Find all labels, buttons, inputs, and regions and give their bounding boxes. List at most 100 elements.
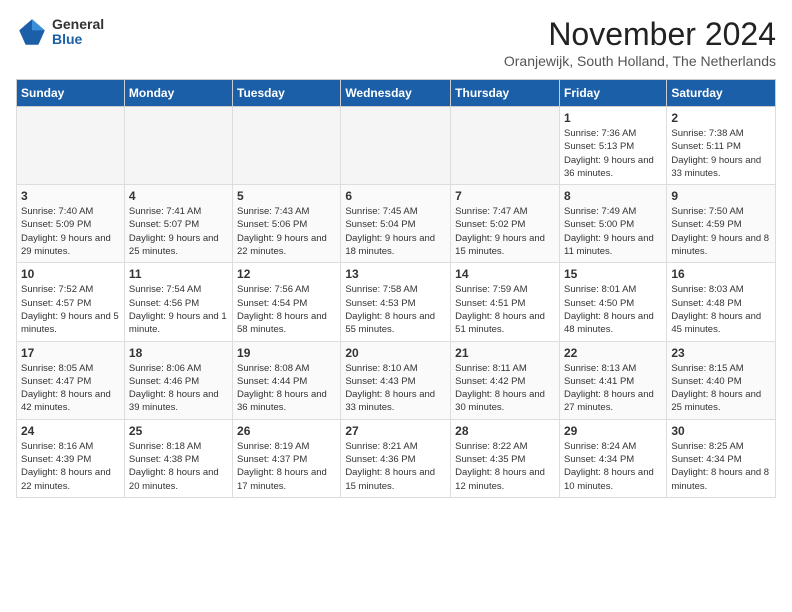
calendar-cell: 18 Sunrise: 8:06 AM Sunset: 4:46 PM Dayli… [124, 341, 232, 419]
calendar-cell: 27 Sunrise: 8:21 AM Sunset: 4:36 PM Dayli… [341, 419, 451, 497]
day-number: 20 [345, 346, 446, 360]
calendar-week-row: 1 Sunrise: 7:36 AM Sunset: 5:13 PM Daylig… [17, 107, 776, 185]
calendar-cell: 16 Sunrise: 8:03 AM Sunset: 4:48 PM Dayli… [667, 263, 776, 341]
day-number: 24 [21, 424, 120, 438]
day-info: Sunrise: 8:22 AM Sunset: 4:35 PM Dayligh… [455, 440, 555, 493]
day-number: 9 [671, 189, 771, 203]
calendar-cell: 4 Sunrise: 7:41 AM Sunset: 5:07 PM Daylig… [124, 185, 232, 263]
weekday-header: Wednesday [341, 80, 451, 107]
day-info: Sunrise: 8:16 AM Sunset: 4:39 PM Dayligh… [21, 440, 120, 493]
calendar-cell: 15 Sunrise: 8:01 AM Sunset: 4:50 PM Dayli… [559, 263, 666, 341]
weekday-header: Thursday [451, 80, 560, 107]
day-info: Sunrise: 7:36 AM Sunset: 5:13 PM Dayligh… [564, 127, 662, 180]
day-number: 3 [21, 189, 120, 203]
calendar-cell: 3Sunrise: 7:40 AM Sunset: 5:09 PM Daylig… [17, 185, 125, 263]
calendar-cell: 28 Sunrise: 8:22 AM Sunset: 4:35 PM Dayli… [451, 419, 560, 497]
day-number: 28 [455, 424, 555, 438]
day-info: Sunrise: 7:45 AM Sunset: 5:04 PM Dayligh… [345, 205, 446, 258]
logo-icon [16, 16, 48, 48]
day-number: 5 [237, 189, 336, 203]
calendar-cell: 17Sunrise: 8:05 AM Sunset: 4:47 PM Dayli… [17, 341, 125, 419]
day-info: Sunrise: 8:08 AM Sunset: 4:44 PM Dayligh… [237, 362, 336, 415]
calendar-cell: 13 Sunrise: 7:58 AM Sunset: 4:53 PM Dayli… [341, 263, 451, 341]
calendar-week-row: 10 Sunrise: 7:52 AM Sunset: 4:57 PM Dayli… [17, 263, 776, 341]
day-number: 23 [671, 346, 771, 360]
day-number: 14 [455, 267, 555, 281]
calendar-cell: 21 Sunrise: 8:11 AM Sunset: 4:42 PM Dayli… [451, 341, 560, 419]
day-info: Sunrise: 7:58 AM Sunset: 4:53 PM Dayligh… [345, 283, 446, 336]
calendar-cell: 8 Sunrise: 7:49 AM Sunset: 5:00 PM Daylig… [559, 185, 666, 263]
calendar-cell [233, 107, 341, 185]
calendar-cell: 5 Sunrise: 7:43 AM Sunset: 5:06 PM Daylig… [233, 185, 341, 263]
calendar-cell [17, 107, 125, 185]
day-info: Sunrise: 7:41 AM Sunset: 5:07 PM Dayligh… [129, 205, 228, 258]
day-number: 1 [564, 111, 662, 125]
day-number: 18 [129, 346, 228, 360]
day-number: 25 [129, 424, 228, 438]
day-number: 15 [564, 267, 662, 281]
day-info: Sunrise: 7:54 AM Sunset: 4:56 PM Dayligh… [129, 283, 228, 336]
day-number: 4 [129, 189, 228, 203]
day-info: Sunrise: 8:01 AM Sunset: 4:50 PM Dayligh… [564, 283, 662, 336]
calendar-cell: 2Sunrise: 7:38 AM Sunset: 5:11 PM Daylig… [667, 107, 776, 185]
day-info: Sunrise: 7:50 AM Sunset: 4:59 PM Dayligh… [671, 205, 771, 258]
day-info: Sunrise: 8:03 AM Sunset: 4:48 PM Dayligh… [671, 283, 771, 336]
calendar-cell: 19 Sunrise: 8:08 AM Sunset: 4:44 PM Dayli… [233, 341, 341, 419]
day-info: Sunrise: 7:43 AM Sunset: 5:06 PM Dayligh… [237, 205, 336, 258]
calendar-cell: 23 Sunrise: 8:15 AM Sunset: 4:40 PM Dayli… [667, 341, 776, 419]
day-number: 8 [564, 189, 662, 203]
calendar-cell: 26 Sunrise: 8:19 AM Sunset: 4:37 PM Dayli… [233, 419, 341, 497]
weekday-header-row: SundayMondayTuesdayWednesdayThursdayFrid… [17, 80, 776, 107]
weekday-header: Monday [124, 80, 232, 107]
logo-text: General Blue [52, 17, 104, 48]
day-info: Sunrise: 8:10 AM Sunset: 4:43 PM Dayligh… [345, 362, 446, 415]
day-number: 19 [237, 346, 336, 360]
calendar-week-row: 17Sunrise: 8:05 AM Sunset: 4:47 PM Dayli… [17, 341, 776, 419]
calendar-cell: 25 Sunrise: 8:18 AM Sunset: 4:38 PM Dayli… [124, 419, 232, 497]
calendar-cell [341, 107, 451, 185]
day-info: Sunrise: 8:21 AM Sunset: 4:36 PM Dayligh… [345, 440, 446, 493]
calendar-cell: 12 Sunrise: 7:56 AM Sunset: 4:54 PM Dayli… [233, 263, 341, 341]
day-number: 16 [671, 267, 771, 281]
day-info: Sunrise: 8:11 AM Sunset: 4:42 PM Dayligh… [455, 362, 555, 415]
day-info: Sunrise: 7:49 AM Sunset: 5:00 PM Dayligh… [564, 205, 662, 258]
calendar-cell: 9 Sunrise: 7:50 AM Sunset: 4:59 PM Daylig… [667, 185, 776, 263]
calendar-cell: 14Sunrise: 7:59 AM Sunset: 4:51 PM Dayli… [451, 263, 560, 341]
location-title: Oranjewijk, South Holland, The Netherlan… [504, 53, 776, 69]
day-info: Sunrise: 8:19 AM Sunset: 4:37 PM Dayligh… [237, 440, 336, 493]
day-number: 13 [345, 267, 446, 281]
calendar-cell: 10 Sunrise: 7:52 AM Sunset: 4:57 PM Dayli… [17, 263, 125, 341]
day-info: Sunrise: 8:13 AM Sunset: 4:41 PM Dayligh… [564, 362, 662, 415]
day-info: Sunrise: 8:15 AM Sunset: 4:40 PM Dayligh… [671, 362, 771, 415]
calendar-week-row: 3Sunrise: 7:40 AM Sunset: 5:09 PM Daylig… [17, 185, 776, 263]
day-info: Sunrise: 8:18 AM Sunset: 4:38 PM Dayligh… [129, 440, 228, 493]
day-number: 6 [345, 189, 446, 203]
calendar: SundayMondayTuesdayWednesdayThursdayFrid… [16, 79, 776, 498]
day-number: 22 [564, 346, 662, 360]
day-info: Sunrise: 7:56 AM Sunset: 4:54 PM Dayligh… [237, 283, 336, 336]
calendar-cell: 22 Sunrise: 8:13 AM Sunset: 4:41 PM Dayli… [559, 341, 666, 419]
day-info: Sunrise: 8:24 AM Sunset: 4:34 PM Dayligh… [564, 440, 662, 493]
header: General Blue November 2024 Oranjewijk, S… [16, 16, 776, 69]
logo: General Blue [16, 16, 104, 48]
day-number: 21 [455, 346, 555, 360]
day-number: 11 [129, 267, 228, 281]
calendar-week-row: 24 Sunrise: 8:16 AM Sunset: 4:39 PM Dayli… [17, 419, 776, 497]
day-number: 29 [564, 424, 662, 438]
day-number: 10 [21, 267, 120, 281]
day-number: 27 [345, 424, 446, 438]
calendar-cell: 11 Sunrise: 7:54 AM Sunset: 4:56 PM Dayli… [124, 263, 232, 341]
day-info: Sunrise: 8:25 AM Sunset: 4:34 PM Dayligh… [671, 440, 771, 493]
month-title: November 2024 [504, 16, 776, 53]
day-info: Sunrise: 7:38 AM Sunset: 5:11 PM Dayligh… [671, 127, 771, 180]
calendar-cell: 6 Sunrise: 7:45 AM Sunset: 5:04 PM Daylig… [341, 185, 451, 263]
day-info: Sunrise: 7:52 AM Sunset: 4:57 PM Dayligh… [21, 283, 120, 336]
day-number: 26 [237, 424, 336, 438]
day-number: 7 [455, 189, 555, 203]
weekday-header: Sunday [17, 80, 125, 107]
day-info: Sunrise: 7:47 AM Sunset: 5:02 PM Dayligh… [455, 205, 555, 258]
day-number: 17 [21, 346, 120, 360]
day-info: Sunrise: 8:06 AM Sunset: 4:46 PM Dayligh… [129, 362, 228, 415]
weekday-header: Friday [559, 80, 666, 107]
day-number: 12 [237, 267, 336, 281]
